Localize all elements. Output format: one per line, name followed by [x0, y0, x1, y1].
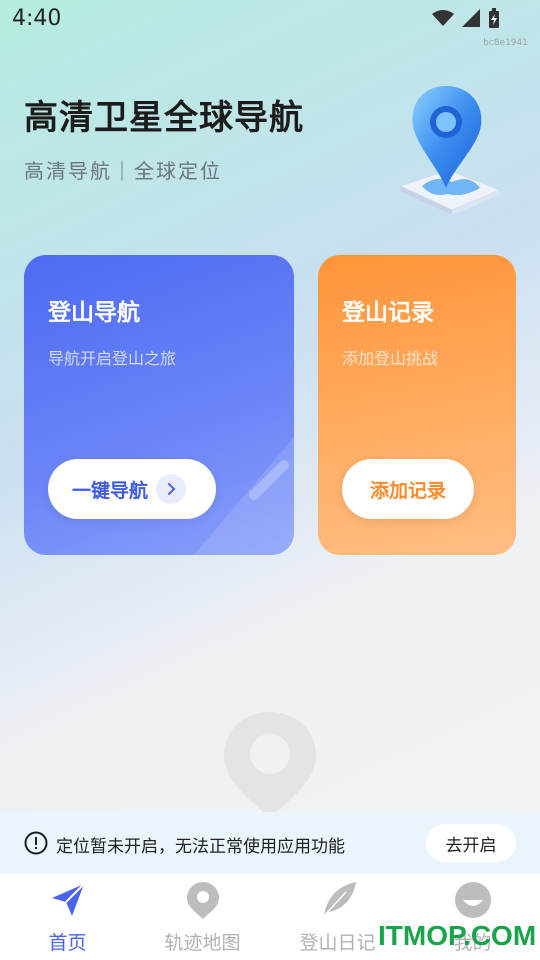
- user-face-icon: [454, 882, 491, 918]
- mountain-record-card[interactable]: 登山记录 添加登山挑战 添加记录: [318, 255, 516, 555]
- tab-track-map-label: 轨迹地图: [164, 932, 241, 954]
- nav-card-subtitle: 导航开启登山之旅: [48, 349, 177, 368]
- mountain-navigation-card[interactable]: 登山导航 导航开启登山之旅 一键导航: [24, 255, 294, 555]
- cell-signal-icon: [462, 9, 480, 27]
- status-bar: 4:40: [0, 0, 540, 38]
- record-card-subtitle: 添加登山挑战: [342, 349, 439, 368]
- exclamation-circle-icon: [24, 831, 48, 855]
- chevron-right-icon: [156, 474, 187, 504]
- background-pin-icon: [224, 712, 316, 818]
- tab-track-map[interactable]: 轨迹地图: [135, 880, 270, 960]
- enable-location-button[interactable]: 去开启: [426, 824, 516, 862]
- tab-home[interactable]: 首页: [0, 880, 135, 960]
- location-pin-illustration: [398, 86, 502, 215]
- map-pin-icon: [186, 882, 219, 919]
- record-button-label: 添加记录: [369, 479, 446, 502]
- add-record-button[interactable]: 添加记录: [342, 459, 474, 519]
- one-click-navigation-button[interactable]: 一键导航: [48, 459, 216, 519]
- battery-icon: [489, 8, 499, 28]
- notice-text: 定位暂未开启，无法正常使用应用功能: [56, 837, 345, 857]
- watermark-id: bc8e1941: [483, 38, 528, 48]
- location-disabled-notice: 定位暂未开启，无法正常使用应用功能 去开启: [0, 812, 540, 874]
- wifi-icon: [432, 10, 454, 26]
- status-time: 4:40: [12, 6, 62, 31]
- status-icons: [432, 8, 500, 28]
- page-title: 高清卫星全球导航: [24, 98, 304, 138]
- site-watermark-logo: ITMOP.COM: [378, 920, 537, 951]
- page-subtitle: 高清导航｜全球定位: [24, 159, 222, 183]
- feather-icon: [322, 882, 356, 917]
- nav-card-title: 登山导航: [48, 300, 140, 326]
- paper-plane-icon: [51, 883, 85, 916]
- nav-button-label: 一键导航: [72, 479, 149, 502]
- tab-home-label: 首页: [48, 932, 87, 954]
- record-card-title: 登山记录: [342, 300, 434, 326]
